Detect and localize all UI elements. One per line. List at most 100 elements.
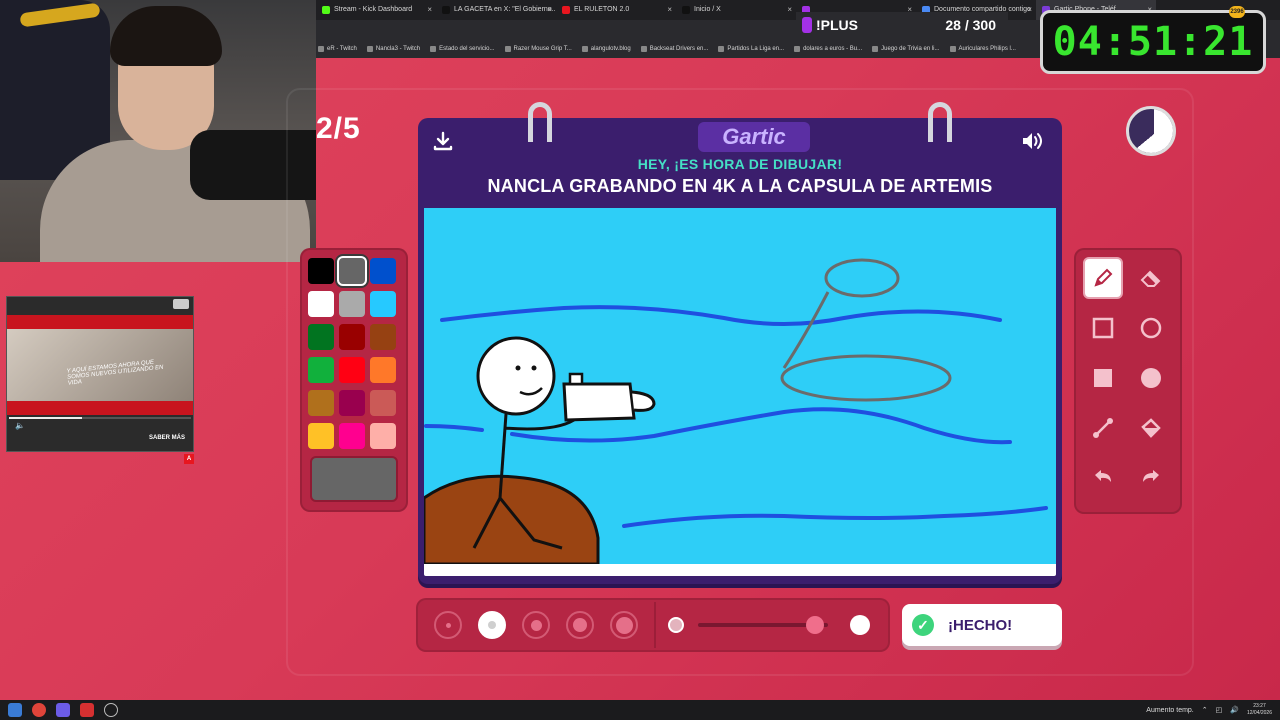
close-icon[interactable]: × bbox=[547, 0, 552, 20]
ad-video-frame[interactable]: Y aquí estamos ahora que somos nuevos ut… bbox=[7, 315, 193, 430]
color-swatch[interactable] bbox=[308, 291, 334, 317]
ellipse-fill-icon[interactable] bbox=[1131, 357, 1171, 399]
done-label: ¡HECHO! bbox=[948, 616, 1013, 634]
browser-tab[interactable]: LA GACETA en X: "El Gobierno... × bbox=[436, 0, 556, 20]
brush-size-option[interactable] bbox=[566, 611, 594, 639]
color-swatch[interactable] bbox=[339, 357, 365, 383]
camera-lens bbox=[631, 390, 656, 412]
done-button[interactable]: ✓ ¡HECHO! bbox=[902, 604, 1062, 646]
line-icon[interactable] bbox=[1083, 407, 1123, 449]
figure-eye bbox=[531, 365, 537, 371]
color-swatch[interactable] bbox=[308, 390, 334, 416]
video-ad[interactable]: Y aquí estamos ahora que somos nuevos ut… bbox=[6, 296, 194, 452]
browser-tab[interactable]: Stream - Kick Dashboard × bbox=[316, 0, 436, 20]
bookmark-item[interactable]: Razer Mouse Grip T... bbox=[504, 46, 572, 52]
volume-tray-icon[interactable]: 🔊 bbox=[1230, 706, 1239, 714]
bookmark-label: Partidos La Liga en... bbox=[727, 46, 785, 52]
color-swatch[interactable] bbox=[370, 423, 396, 449]
brush-bar bbox=[416, 598, 890, 652]
bookmark-item[interactable]: alangulotv.blog bbox=[581, 46, 631, 52]
sub-goal-widget: !PLUS 28 / 300 bbox=[796, 12, 1008, 38]
close-icon[interactable]: × bbox=[667, 0, 672, 20]
bookmark-item[interactable]: Auriculares Philips l... bbox=[949, 46, 1016, 52]
color-swatch[interactable] bbox=[370, 291, 396, 317]
volume-icon[interactable] bbox=[1020, 128, 1046, 154]
color-swatch[interactable] bbox=[339, 324, 365, 350]
rectangle-fill-icon[interactable] bbox=[1083, 357, 1123, 399]
download-icon[interactable] bbox=[430, 128, 456, 154]
drawing-canvas[interactable] bbox=[422, 208, 1056, 566]
tab-label: LA GACETA en X: "El Gobierno... bbox=[454, 6, 556, 13]
pencil-icon[interactable] bbox=[1083, 257, 1123, 299]
plus-logo: !PLUS bbox=[802, 17, 858, 33]
undo-icon[interactable] bbox=[1083, 457, 1123, 499]
brush-size-option[interactable] bbox=[610, 611, 638, 639]
opacity-slider-knob[interactable] bbox=[806, 616, 824, 634]
brush-size-dot bbox=[530, 619, 542, 631]
wave-stroke bbox=[622, 506, 1048, 528]
start-icon[interactable] bbox=[8, 703, 22, 717]
app-icon[interactable] bbox=[80, 703, 94, 717]
redo-icon[interactable] bbox=[1131, 457, 1171, 499]
close-icon[interactable]: × bbox=[1027, 0, 1032, 20]
app-icon[interactable] bbox=[56, 703, 70, 717]
adchoices-icon[interactable] bbox=[173, 299, 189, 309]
chevron-up-icon[interactable]: ⌃ bbox=[1202, 706, 1208, 714]
color-swatch[interactable] bbox=[339, 390, 365, 416]
bookmark-item[interactable]: Backseat Drivers en... bbox=[640, 46, 708, 52]
island bbox=[422, 474, 600, 566]
ad-cta-button[interactable]: SABER MÁS bbox=[149, 435, 185, 441]
round-counter: 2/5 bbox=[316, 112, 361, 145]
network-icon[interactable]: ◰ bbox=[1216, 706, 1223, 714]
bookmark-item[interactable]: dolares a euros - Bu... bbox=[794, 46, 862, 52]
ellipse-outline-icon[interactable] bbox=[1131, 307, 1171, 349]
countdown-badge: 2396 bbox=[1229, 6, 1245, 18]
bookmark-label: Razer Mouse Grip T... bbox=[513, 46, 572, 52]
color-swatch[interactable] bbox=[308, 324, 334, 350]
clock[interactable]: 23:27 12/04/2026 bbox=[1247, 703, 1272, 717]
ad-band-bottom bbox=[7, 401, 193, 415]
bucket-icon[interactable] bbox=[1131, 407, 1171, 449]
brush-size-option[interactable] bbox=[478, 611, 506, 639]
color-swatch[interactable] bbox=[339, 291, 365, 317]
eraser-icon[interactable] bbox=[1131, 257, 1171, 299]
bookmark-label: Estado del servicio... bbox=[439, 46, 495, 52]
color-swatch[interactable] bbox=[370, 324, 396, 350]
brush-size-option[interactable] bbox=[434, 611, 462, 639]
browser-tab[interactable]: Inicio / X × bbox=[676, 0, 796, 20]
color-swatch[interactable] bbox=[308, 258, 334, 284]
color-swatch[interactable] bbox=[370, 390, 396, 416]
color-swatch[interactable] bbox=[308, 423, 334, 449]
chrome-icon[interactable] bbox=[32, 703, 46, 717]
color-swatch[interactable] bbox=[339, 423, 365, 449]
kick-icon bbox=[802, 17, 812, 33]
browser-tab[interactable]: EL RULETON 2.0 × bbox=[556, 0, 676, 20]
streamer-hair bbox=[110, 6, 222, 66]
mute-icon[interactable]: 🔈 bbox=[15, 421, 25, 430]
close-icon[interactable]: × bbox=[787, 0, 792, 20]
bookmark-favicon-icon bbox=[640, 46, 647, 52]
brush-size-option[interactable] bbox=[522, 611, 550, 639]
tab-favicon-icon bbox=[682, 6, 690, 14]
color-swatch[interactable] bbox=[370, 258, 396, 284]
close-icon[interactable]: × bbox=[427, 0, 432, 20]
bookmark-item[interactable]: Partidos La Liga en... bbox=[718, 46, 784, 52]
settings-icon[interactable] bbox=[104, 703, 118, 717]
bookmark-label: Nancla3 - Twitch bbox=[375, 46, 421, 52]
opacity-max-icon bbox=[850, 615, 870, 635]
color-swatch[interactable] bbox=[339, 258, 365, 284]
ad-flag: A bbox=[184, 454, 194, 464]
rectangle-outline-icon[interactable] bbox=[1083, 307, 1123, 349]
bookmark-favicon-icon bbox=[872, 46, 879, 52]
bookmark-item[interactable]: Nancla3 - Twitch bbox=[366, 46, 421, 52]
bookmark-item[interactable]: eR - Twitch bbox=[318, 46, 357, 52]
clock-time: 23:27 bbox=[1253, 703, 1266, 709]
bookmark-item[interactable]: Estado del servicio... bbox=[430, 46, 495, 52]
figure-eye bbox=[515, 365, 521, 371]
tray-status: Aumento temp. bbox=[1146, 706, 1194, 714]
clock-date: 12/04/2026 bbox=[1246, 710, 1272, 716]
color-swatch[interactable] bbox=[308, 357, 334, 383]
stream-countdown: 04:51:21 bbox=[1040, 10, 1266, 74]
bookmark-item[interactable]: Juego de Trivia en li... bbox=[872, 46, 940, 52]
color-swatch[interactable] bbox=[370, 357, 396, 383]
